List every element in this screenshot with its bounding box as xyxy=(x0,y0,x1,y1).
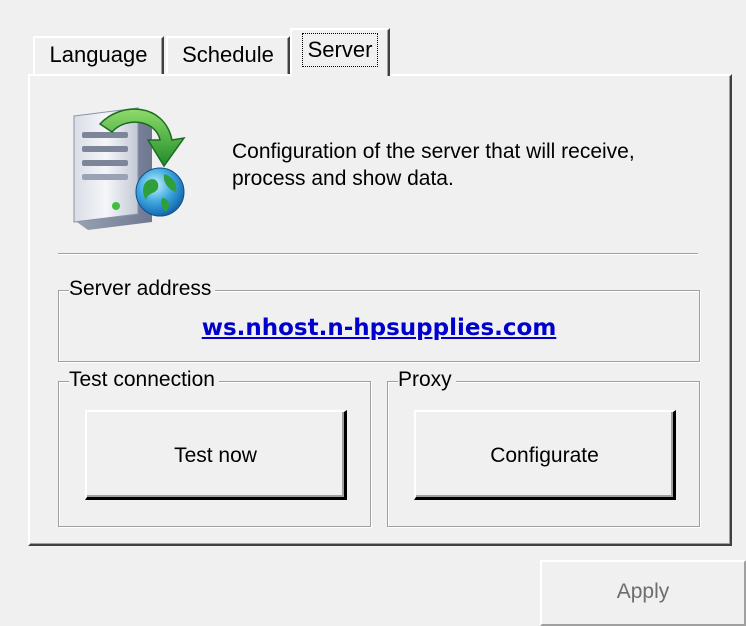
server-address-legend: Server address xyxy=(69,277,216,301)
test-connection-legend: Test connection xyxy=(69,368,219,392)
test-now-button[interactable]: Test now xyxy=(85,410,347,500)
proxy-legend: Proxy xyxy=(398,368,456,392)
configurate-proxy-button[interactable]: Configurate xyxy=(414,410,676,500)
server-address-link[interactable]: ws.nhost.n-hpsupplies.com xyxy=(59,315,699,341)
server-download-globe-icon xyxy=(73,107,186,230)
separator-line xyxy=(58,253,698,255)
apply-button[interactable]: Apply xyxy=(540,560,746,626)
description-line-2: process and show data. xyxy=(232,167,454,190)
tab-language[interactable]: Language xyxy=(33,36,164,74)
tab-server[interactable]: Server xyxy=(290,28,390,76)
tab-schedule-label: Schedule xyxy=(182,42,274,67)
description-line-1: Configuration of the server that will re… xyxy=(232,140,635,163)
server-address-group: Server address ws.nhost.n-hpsupplies.com xyxy=(58,277,700,362)
server-settings-dialog: Language Schedule Server Configuration o… xyxy=(0,0,746,626)
tab-language-label: Language xyxy=(49,42,148,67)
tab-schedule[interactable]: Schedule xyxy=(166,36,290,74)
panel-description: Configuration of the server that will re… xyxy=(232,138,702,192)
tab-server-label: Server xyxy=(301,33,379,67)
